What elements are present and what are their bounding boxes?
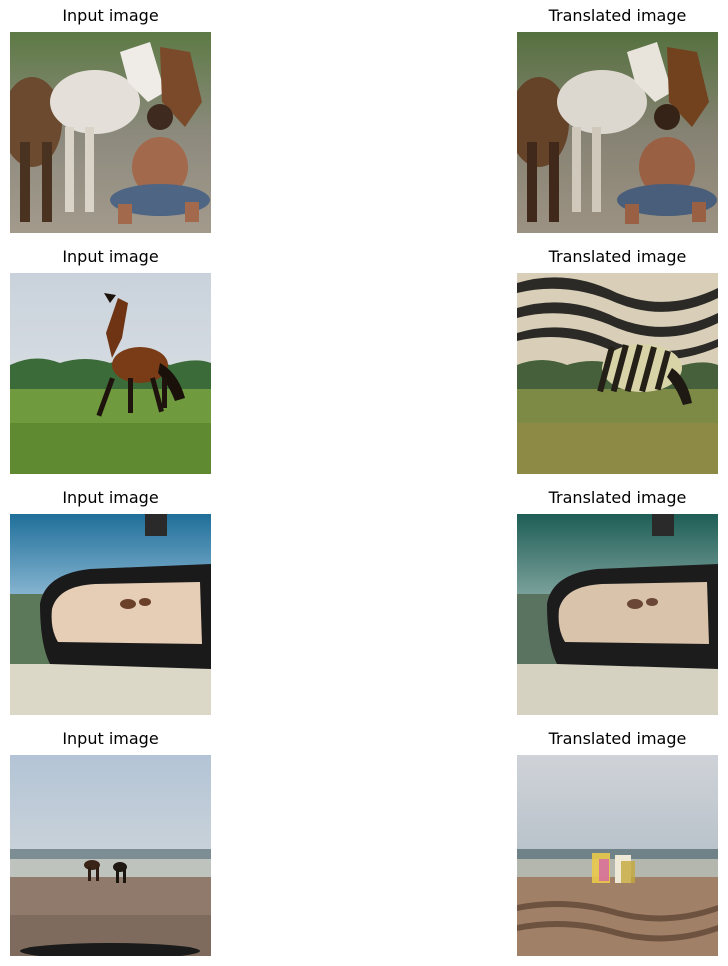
translated-image-3 xyxy=(517,514,718,715)
input-image-4 xyxy=(10,755,211,956)
input-image-1 xyxy=(10,32,211,233)
input-image-2 xyxy=(10,273,211,474)
input-title-1: Input image xyxy=(62,6,159,25)
input-image-3 xyxy=(10,514,211,715)
translated-image-1 xyxy=(517,32,718,233)
translated-title-4: Translated image xyxy=(548,729,687,748)
input-title-3: Input image xyxy=(62,488,159,507)
input-title-2: Input image xyxy=(62,247,159,266)
translated-image-4 xyxy=(517,755,718,956)
translated-title-1: Translated image xyxy=(548,6,687,25)
translated-image-2 xyxy=(517,273,718,474)
translated-title-2: Translated image xyxy=(548,247,687,266)
translated-title-3: Translated image xyxy=(548,488,687,507)
input-title-4: Input image xyxy=(62,729,159,748)
